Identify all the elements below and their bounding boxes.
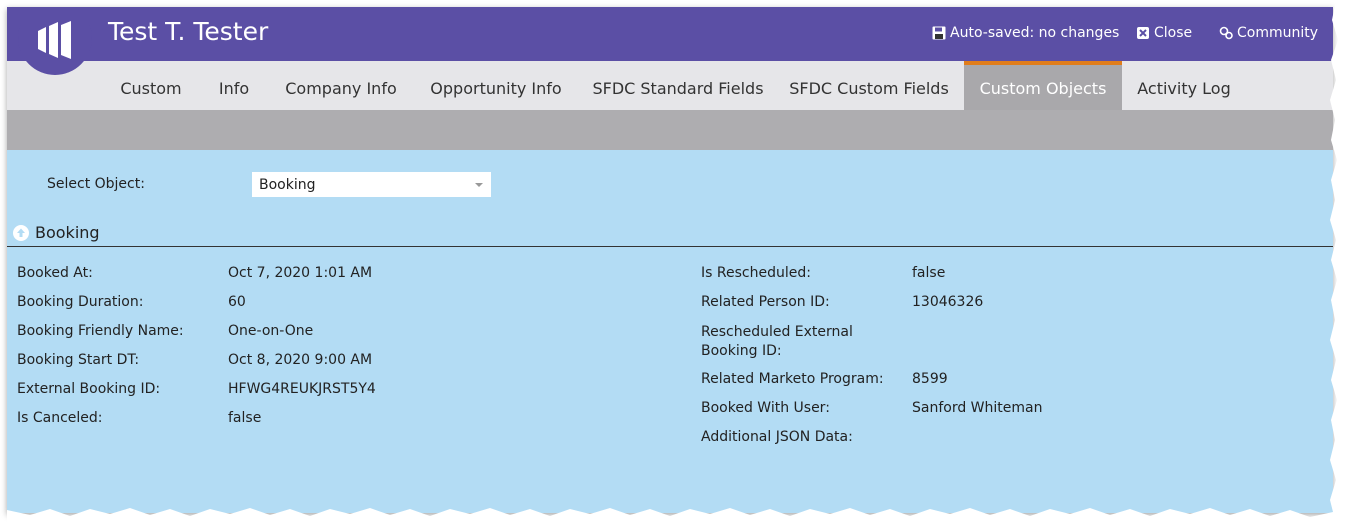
torn-edge-overlay (7, 0, 1346, 525)
